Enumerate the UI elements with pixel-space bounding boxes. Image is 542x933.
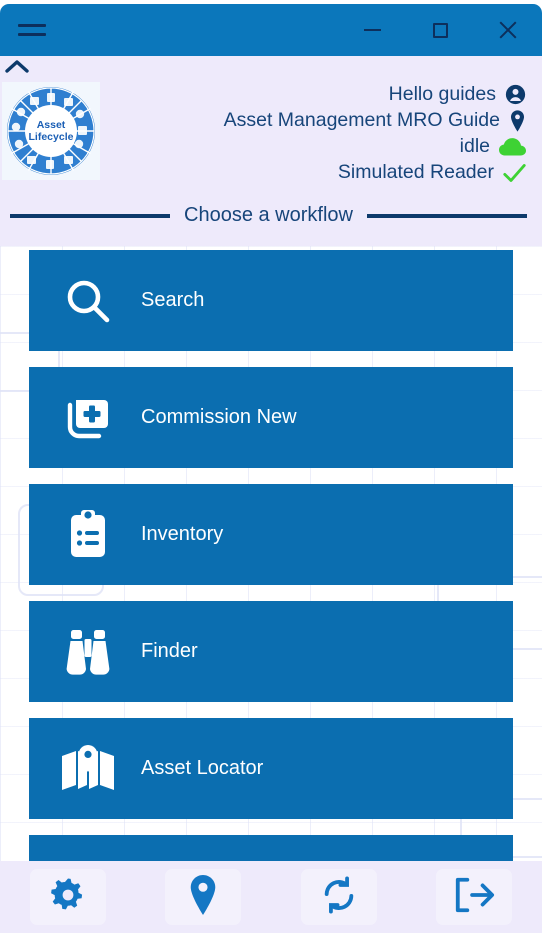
guide-name-text: Asset Management MRO Guide: [223, 109, 500, 131]
location-pin-icon: [187, 874, 219, 920]
app-window: Asset Lifecycle Hello guides Asset Manag: [0, 0, 542, 933]
chevron-up-icon[interactable]: [4, 56, 30, 78]
location-button[interactable]: [165, 869, 242, 925]
sync-button[interactable]: [300, 869, 377, 925]
status-line-guide: Asset Management MRO Guide: [146, 108, 526, 133]
bottom-toolbar: [0, 856, 542, 933]
asset-lifecycle-wheel-icon: Asset Lifecycle: [2, 82, 100, 180]
logout-icon: [453, 876, 495, 919]
gear-icon: [49, 876, 87, 919]
logo-center-line2: Lifecycle: [29, 131, 74, 143]
binoculars-icon: [57, 628, 119, 676]
window-controls: [338, 4, 542, 56]
commission-new-icon: [57, 392, 119, 444]
close-button[interactable]: [474, 4, 542, 56]
minimize-icon: [363, 29, 381, 31]
workflow-label: Inventory: [141, 523, 224, 545]
cloud-icon: [499, 137, 526, 156]
minimize-button[interactable]: [338, 4, 406, 56]
refresh-icon: [320, 875, 358, 919]
workflow-label: Search: [141, 289, 205, 311]
workflow-button-search[interactable]: Search: [29, 250, 513, 351]
workflow-button-finder[interactable]: Finder: [29, 601, 513, 702]
greeting-text: Hello guides: [388, 83, 496, 105]
title-bar: [0, 4, 542, 56]
location-pin-icon: [509, 109, 526, 132]
status-line-state: idle: [146, 134, 526, 159]
user-icon: [505, 84, 526, 105]
close-icon: [498, 20, 518, 40]
divider-rule-left: [10, 213, 170, 218]
header-panel: Asset Lifecycle Hello guides Asset Manag: [0, 56, 542, 246]
reader-status-text: Simulated Reader: [337, 161, 494, 183]
hamburger-menu-icon[interactable]: [18, 16, 52, 44]
workflow-label: Finder: [141, 640, 198, 662]
divider-rule-right: [366, 213, 527, 218]
workflow-label: Commission New: [141, 406, 297, 428]
asset-lifecycle-logo: Asset Lifecycle: [2, 82, 100, 180]
logout-button[interactable]: [436, 869, 513, 925]
workflow-section-divider: Choose a workflow: [10, 204, 532, 227]
settings-button[interactable]: [29, 869, 106, 925]
hamburger-line: [18, 33, 46, 36]
cloud-state-text: idle: [459, 135, 490, 157]
maximize-button[interactable]: [406, 4, 474, 56]
workflow-scroll-area[interactable]: Search Commission New Inventory Finder A…: [0, 246, 542, 861]
header-status-info: Hello guides Asset Management MRO Guide: [146, 82, 526, 186]
check-icon: [503, 163, 526, 183]
hamburger-line: [18, 24, 46, 27]
workflow-button-commission-new[interactable]: Commission New: [29, 367, 513, 468]
status-line-user: Hello guides: [146, 82, 526, 107]
clipboard-list-icon: [57, 509, 119, 561]
status-line-reader: Simulated Reader: [146, 160, 526, 185]
workflow-label: Asset Locator: [141, 757, 264, 779]
workflow-list: Search Commission New Inventory Finder A…: [0, 246, 542, 861]
workflow-button-inventory[interactable]: Inventory: [29, 484, 513, 585]
workflow-button-asset-locator[interactable]: Asset Locator: [29, 718, 513, 819]
page-title: Choose a workflow: [184, 204, 353, 226]
maximize-icon: [432, 22, 448, 38]
map-pin-icon: [57, 744, 119, 794]
search-icon: [57, 276, 119, 326]
logo-center-line1: Asset: [37, 119, 66, 131]
